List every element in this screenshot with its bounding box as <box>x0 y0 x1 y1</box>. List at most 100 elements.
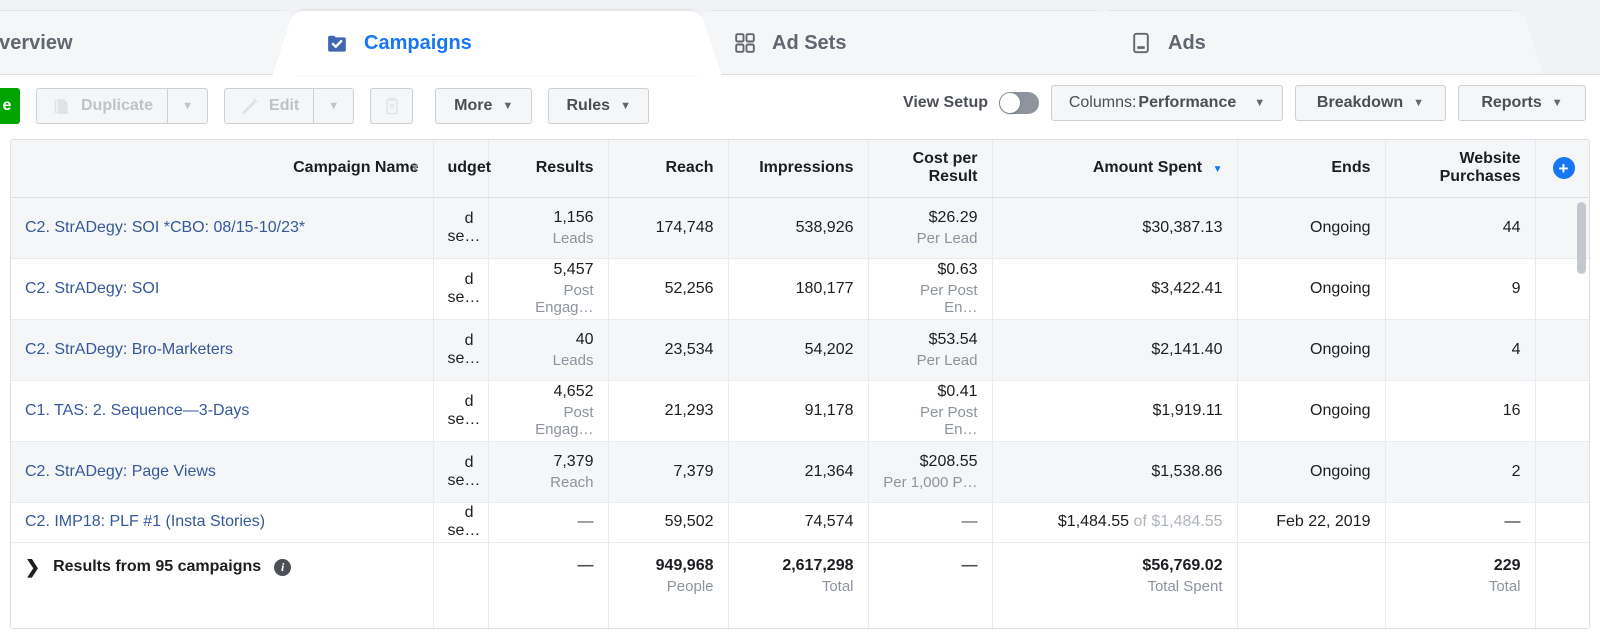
breakdown-button[interactable]: Breakdown ▼ <box>1295 85 1446 121</box>
duplicate-split-button[interactable]: Duplicate ▼ <box>36 88 208 124</box>
column-header-results[interactable]: Results <box>488 140 608 197</box>
cell-budget: d se… <box>433 441 488 502</box>
summary-impressions: 2,617,298Total <box>728 542 868 628</box>
columns-value-label: Performance <box>1138 94 1236 112</box>
view-setup-control[interactable]: View Setup <box>903 92 1039 114</box>
table-row[interactable]: C2. StrADegy: Page Views d se… 7,379Reac… <box>11 441 1589 502</box>
duplicate-dropdown-button[interactable]: ▼ <box>168 88 208 124</box>
cell-cost-per-result: $53.54Per Lead <box>868 319 992 380</box>
cell-cost-per-result: $208.55Per 1,000 P… <box>868 441 992 502</box>
table-row[interactable]: C2. StrADegy: SOI d se… 5,457Post Engag…… <box>11 258 1589 319</box>
chevron-right-icon[interactable]: ❯ <box>25 557 40 578</box>
cell-cost-per-result: $26.29Per Lead <box>868 197 992 258</box>
create-button[interactable]: e <box>0 88 20 124</box>
cell-amount-spent: $1,484.55 of $1,484.55 <box>992 502 1237 542</box>
more-button[interactable]: More ▼ <box>435 88 532 124</box>
cell-campaign-name[interactable]: C2. StrADegy: SOI *CBO: 08/15-10/23* <box>11 197 433 258</box>
campaigns-table: Campaign Name ▼ udget Results Reach Impr… <box>11 140 1590 628</box>
chevron-down-icon: ▼ <box>502 100 513 112</box>
edit-label: Edit <box>269 97 299 115</box>
summary-amount-spent: $56,769.02Total Spent <box>992 542 1237 628</box>
cell-amount-spent: $2,141.40 <box>992 319 1237 380</box>
edit-button[interactable]: Edit <box>224 88 314 124</box>
edit-split-button[interactable]: Edit ▼ <box>224 88 354 124</box>
chevron-down-icon: ▼ <box>328 100 339 112</box>
duplicate-icon <box>51 96 72 117</box>
summary-cost-per-result: — <box>868 542 992 628</box>
columns-button[interactable]: Columns: Performance ▼ <box>1051 85 1283 121</box>
columns-prefix-label: Columns: <box>1069 94 1137 112</box>
column-header-reach[interactable]: Reach <box>608 140 728 197</box>
cell-budget: d se… <box>433 502 488 542</box>
column-header-amount-spent[interactable]: Amount Spent ▼ <box>992 140 1237 197</box>
cell-cost-per-result: — <box>868 502 992 542</box>
duplicate-button[interactable]: Duplicate <box>36 88 168 124</box>
pencil-icon <box>239 96 260 117</box>
column-header-website-purchases[interactable]: Website Purchases <box>1385 140 1535 197</box>
column-header-results-label: Results <box>536 159 594 176</box>
cell-ends: Ongoing <box>1237 380 1385 441</box>
cell-results: 4,652Post Engag… <box>488 380 608 441</box>
column-header-budget[interactable]: udget <box>433 140 488 197</box>
cell-ends: Ongoing <box>1237 319 1385 380</box>
plus-circle-icon[interactable]: + <box>1553 157 1575 179</box>
clipboard-button[interactable] <box>370 88 413 124</box>
cell-spacer <box>1535 441 1589 502</box>
cell-impressions: 91,178 <box>728 380 868 441</box>
table-row[interactable]: C2. StrADegy: SOI *CBO: 08/15-10/23* d s… <box>11 197 1589 258</box>
cell-ends: Ongoing <box>1237 441 1385 502</box>
cell-campaign-name[interactable]: C2. StrADegy: SOI <box>11 258 433 319</box>
rules-button[interactable]: Rules ▼ <box>548 88 649 124</box>
tab-ad-sets-label: Ad Sets <box>772 32 846 55</box>
create-button-label: e <box>3 97 12 115</box>
chevron-down-icon: ▼ <box>182 100 193 112</box>
column-header-campaign-name[interactable]: Campaign Name ▼ <box>11 140 433 197</box>
cell-campaign-name[interactable]: C1. TAS: 2. Sequence—3-Days <box>11 380 433 441</box>
cell-website-purchases: — <box>1385 502 1535 542</box>
table-row[interactable]: C2. StrADegy: Bro-Marketers d se… 40Lead… <box>11 319 1589 380</box>
summary-ends <box>1237 542 1385 628</box>
cell-reach: 21,293 <box>608 380 728 441</box>
tab-campaigns[interactable]: Campaigns <box>296 11 698 75</box>
cell-reach: 174,748 <box>608 197 728 258</box>
cell-campaign-name[interactable]: C2. StrADegy: Page Views <box>11 441 433 502</box>
tab-account-overview[interactable]: Account Overview <box>0 11 290 75</box>
column-header-impressions[interactable]: Impressions <box>728 140 868 197</box>
table-row[interactable]: C2. IMP18: PLF #1 (Insta Stories) d se… … <box>11 502 1589 542</box>
cell-campaign-name[interactable]: C2. StrADegy: Bro-Marketers <box>11 319 433 380</box>
edit-dropdown-button[interactable]: ▼ <box>314 88 354 124</box>
column-header-cost-per-result[interactable]: Cost per Result <box>868 140 992 197</box>
column-header-amount-spent-label: Amount Spent <box>1093 159 1202 176</box>
cell-amount-spent: $30,387.13 <box>992 197 1237 258</box>
cell-spacer <box>1535 380 1589 441</box>
table-row[interactable]: C1. TAS: 2. Sequence—3-Days d se… 4,652P… <box>11 380 1589 441</box>
rules-label: Rules <box>567 97 611 115</box>
summary-website-purchases: 229Total <box>1385 542 1535 628</box>
cell-website-purchases: 16 <box>1385 380 1535 441</box>
clipboard-icon <box>382 96 402 116</box>
ad-document-icon <box>1128 30 1154 56</box>
cell-budget: d se… <box>433 380 488 441</box>
reports-button[interactable]: Reports ▼ <box>1458 85 1586 121</box>
add-column-header[interactable]: + <box>1535 140 1589 197</box>
column-header-ends[interactable]: Ends <box>1237 140 1385 197</box>
cell-amount-spent: $1,538.86 <box>992 441 1237 502</box>
cell-reach: 52,256 <box>608 258 728 319</box>
tab-ads[interactable]: Ads <box>1100 11 1520 75</box>
table-vertical-scrollbar[interactable] <box>1577 202 1586 274</box>
info-icon[interactable]: i <box>274 559 291 576</box>
cell-amount-spent: $1,919.11 <box>992 380 1237 441</box>
cell-spacer <box>1535 502 1589 542</box>
cell-budget: d se… <box>433 319 488 380</box>
tab-bar: Account Overview Campaigns <box>0 0 1600 75</box>
cell-results: 5,457Post Engag… <box>488 258 608 319</box>
grid-2x2-icon <box>732 30 758 56</box>
chevron-down-icon[interactable]: ▼ <box>410 162 421 174</box>
cell-cost-per-result: $0.63Per Post En… <box>868 258 992 319</box>
tab-ad-sets[interactable]: Ad Sets <box>704 11 1104 75</box>
cell-campaign-name[interactable]: C2. IMP18: PLF #1 (Insta Stories) <box>11 502 433 542</box>
chevron-down-icon: ▼ <box>620 100 631 112</box>
view-setup-toggle[interactable] <box>999 92 1039 114</box>
cell-ends: Ongoing <box>1237 258 1385 319</box>
cell-impressions: 538,926 <box>728 197 868 258</box>
